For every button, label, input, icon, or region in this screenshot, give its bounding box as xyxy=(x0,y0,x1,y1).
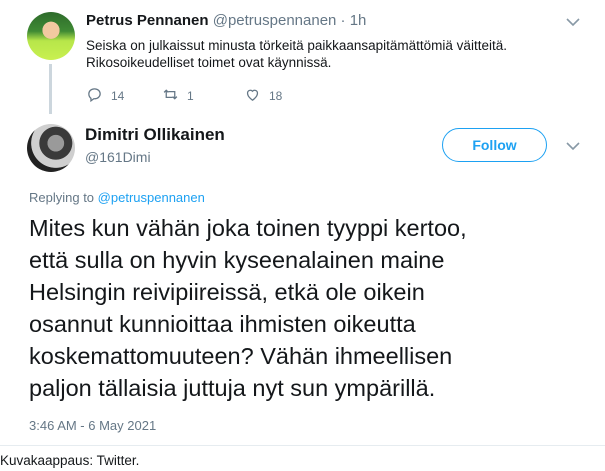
follow-button[interactable]: Follow xyxy=(442,128,547,162)
image-caption: Kuvakaappaus: Twitter. xyxy=(0,453,140,468)
parent-handle[interactable]: @petruspennanen xyxy=(213,12,337,29)
tweet-text-line: että sulla on hyvin kyseenalainen maine xyxy=(29,247,445,273)
thread-connector-line xyxy=(49,64,52,114)
tweet-text-line: Helsingin reivipiireissä, etkä ole oikei… xyxy=(29,279,425,305)
reply-action[interactable]: 14 xyxy=(86,86,124,106)
chevron-down-icon[interactable] xyxy=(566,14,580,30)
avatar-dimitri[interactable] xyxy=(27,124,75,172)
retweet-icon xyxy=(162,86,179,106)
chevron-down-icon[interactable] xyxy=(566,138,580,154)
tweet-text-line: koskemattomuuteen? Vähän ihmeellisen xyxy=(29,343,453,369)
retweet-count: 1 xyxy=(187,89,194,103)
tweet-text-line: Mites kun vähän joka toinen tyyppi kerto… xyxy=(29,215,467,241)
parent-display-name[interactable]: Petrus Pennanen xyxy=(86,12,209,29)
parent-tweet-header: Petrus Pennanen @petruspennanen · 1h xyxy=(86,12,366,29)
replying-handle-link[interactable]: @petruspennanen xyxy=(98,190,205,205)
reply-count: 14 xyxy=(111,89,125,103)
parent-text-line: Rikosoikeudelliset toimet ovat käynnissä… xyxy=(86,55,332,70)
replying-to: Replying to @petruspennanen xyxy=(29,190,205,205)
tweet-text-line: paljon tällaisia juttuja nyt sun ympäril… xyxy=(29,375,436,401)
replying-prefix: Replying to xyxy=(29,190,95,205)
tweet-text-line: osannut kunnioittaa ihmisten oikeutta xyxy=(29,311,416,337)
main-tweet-text: Mites kun vähän joka toinen tyyppi kerto… xyxy=(29,212,589,404)
parent-text-line: Seiska on julkaissut minusta törkeitä pa… xyxy=(86,38,507,53)
reply-icon xyxy=(86,86,103,106)
like-action[interactable]: 18 xyxy=(244,86,282,106)
parent-age[interactable]: 1h xyxy=(350,12,367,29)
parent-separator: · xyxy=(340,12,346,29)
avatar-petrus[interactable] xyxy=(27,12,75,60)
divider xyxy=(0,445,605,446)
retweet-action[interactable]: 1 xyxy=(162,86,194,106)
heart-icon xyxy=(244,86,261,106)
main-display-name[interactable]: Dimitri Ollikainen xyxy=(85,125,225,145)
like-count: 18 xyxy=(269,89,283,103)
tweet-timestamp[interactable]: 3:46 AM - 6 May 2021 xyxy=(29,418,156,433)
main-handle[interactable]: @161Dimi xyxy=(85,149,151,165)
parent-tweet-text: Seiska on julkaissut minusta törkeitä pa… xyxy=(86,37,507,71)
